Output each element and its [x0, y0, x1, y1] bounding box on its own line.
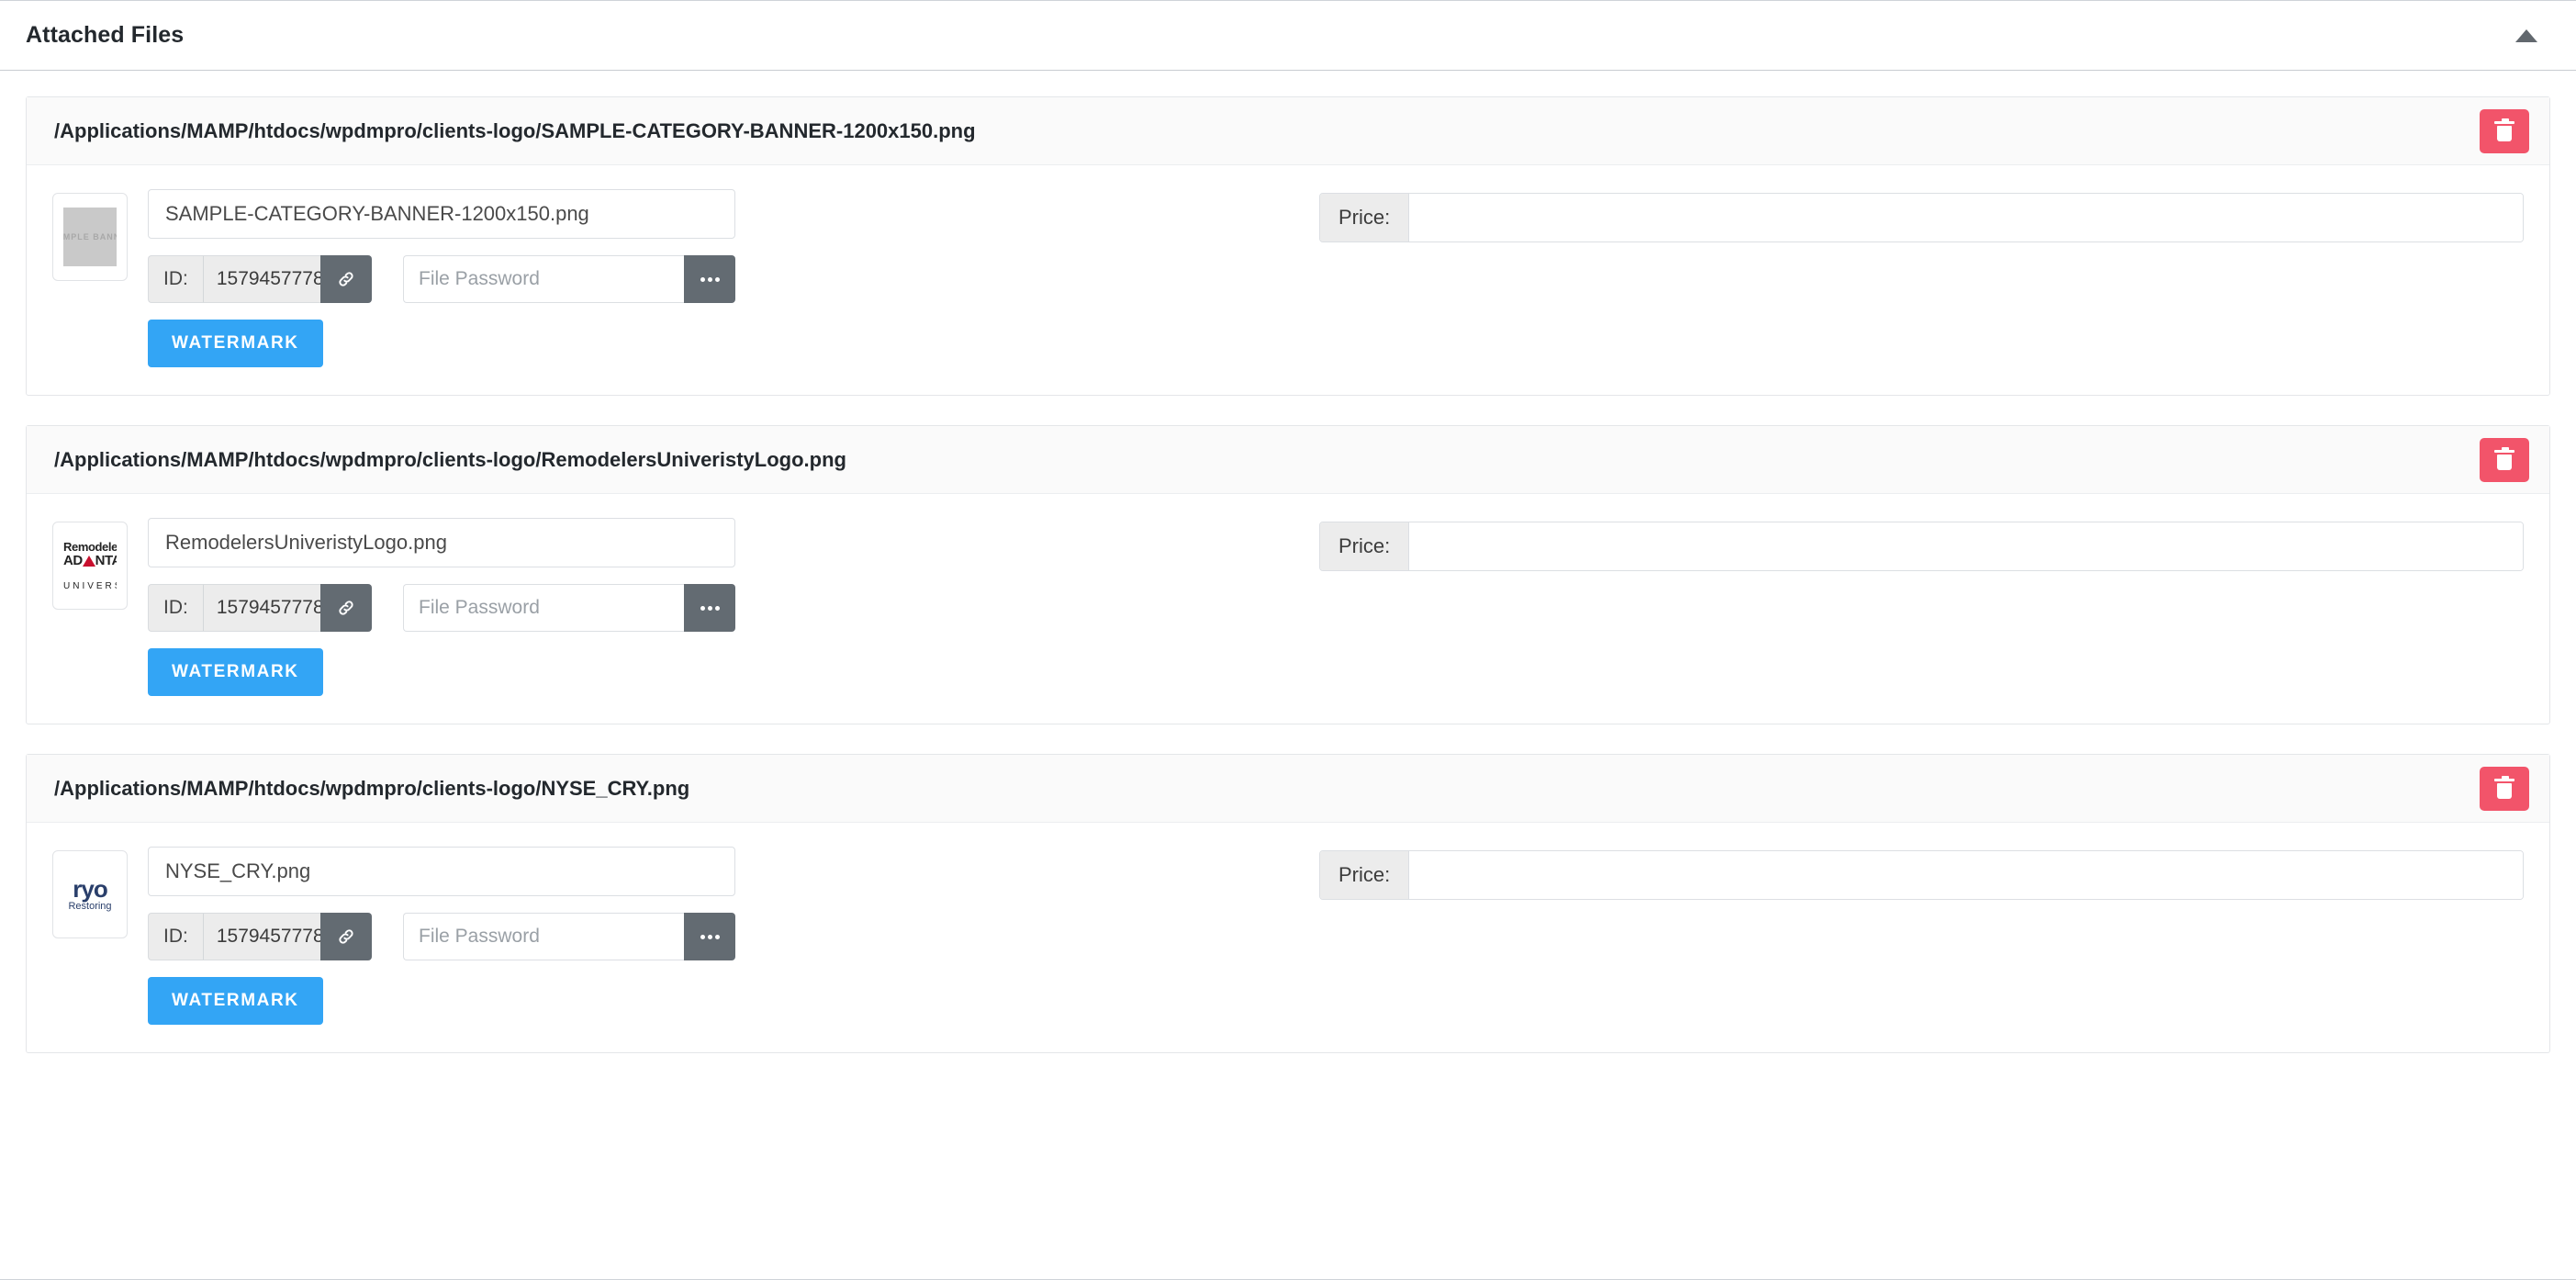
ellipsis-icon: [700, 934, 720, 939]
file-password-group: [403, 913, 735, 960]
file-price-column: Price:: [1319, 189, 2524, 242]
thumbnail-image: SAMPLE BANNER: [63, 208, 117, 266]
password-options-button[interactable]: [684, 584, 735, 632]
file-password-group: [403, 255, 735, 303]
filename-input[interactable]: [148, 847, 735, 896]
trash-icon: [2494, 446, 2514, 470]
file-id-label: ID:: [148, 584, 204, 632]
file-id-value: 157945777875: [203, 255, 320, 303]
attached-files-panel: Attached Files /Applications/MAMP/htdocs…: [0, 0, 2576, 1280]
panel-header: Attached Files: [0, 1, 2576, 71]
thumbnail-line-2: ADNTA: [63, 552, 117, 568]
file-fields: ID: 157945777875: [148, 189, 1319, 367]
file-card-body: SAMPLE BANNER ID: 157945777875: [27, 165, 2549, 395]
thumbnail-image: ryo Restoring: [63, 877, 117, 912]
delete-file-button[interactable]: [2480, 766, 2529, 811]
file-thumbnail: Remodelers ADNTA UNIVERSITY: [52, 522, 128, 610]
file-card-header: /Applications/MAMP/htdocs/wpdmpro/client…: [27, 426, 2549, 494]
delete-file-button[interactable]: [2480, 437, 2529, 482]
price-input[interactable]: [1409, 194, 2523, 241]
file-card-header: /Applications/MAMP/htdocs/wpdmpro/client…: [27, 97, 2549, 165]
price-group: Price:: [1319, 522, 2524, 571]
copy-link-button[interactable]: [320, 913, 372, 960]
triangle-up-icon: [2515, 28, 2537, 42]
attached-files-list: /Applications/MAMP/htdocs/wpdmpro/client…: [0, 71, 2576, 1279]
file-card: /Applications/MAMP/htdocs/wpdmpro/client…: [26, 96, 2550, 396]
ellipsis-icon: [700, 276, 720, 282]
price-label: Price:: [1320, 522, 1410, 570]
watermark-button[interactable]: WATERMARK: [148, 648, 323, 696]
file-id-label: ID:: [148, 913, 204, 960]
ellipsis-icon: [700, 605, 720, 611]
price-input[interactable]: [1409, 522, 2523, 570]
link-icon: [339, 601, 353, 615]
file-path: /Applications/MAMP/htdocs/wpdmpro/client…: [54, 447, 846, 471]
file-id-group: ID: 157945777875: [148, 255, 372, 303]
file-card: /Applications/MAMP/htdocs/wpdmpro/client…: [26, 754, 2550, 1053]
watermark-button[interactable]: WATERMARK: [148, 977, 323, 1025]
thumbnail-line-1: ryo: [73, 877, 107, 903]
file-password-input[interactable]: [403, 584, 684, 632]
password-options-button[interactable]: [684, 913, 735, 960]
price-label: Price:: [1320, 851, 1410, 899]
watermark-button[interactable]: WATERMARK: [148, 320, 323, 367]
price-input[interactable]: [1409, 851, 2523, 899]
copy-link-button[interactable]: [320, 584, 372, 632]
file-password-input[interactable]: [403, 913, 684, 960]
filename-input[interactable]: [148, 518, 735, 567]
file-card-header: /Applications/MAMP/htdocs/wpdmpro/client…: [27, 755, 2549, 823]
password-options-button[interactable]: [684, 255, 735, 303]
file-details-column: Remodelers ADNTA UNIVERSITY: [52, 518, 1319, 696]
link-icon: [339, 929, 353, 944]
copy-link-button[interactable]: [320, 255, 372, 303]
collapse-panel-button[interactable]: [2508, 17, 2545, 54]
file-thumbnail: ryo Restoring: [52, 850, 128, 938]
filename-input[interactable]: [148, 189, 735, 239]
thumbnail-line-2: Restoring: [68, 901, 112, 912]
file-password-group: [403, 584, 735, 632]
price-label: Price:: [1320, 194, 1410, 241]
file-id-value: 157945777875: [203, 584, 320, 632]
file-id-value: 157945777874: [203, 913, 320, 960]
file-card-body: ryo Restoring ID: 157945777874: [27, 823, 2549, 1052]
delete-file-button[interactable]: [2480, 108, 2529, 153]
red-triangle-icon: [82, 555, 95, 567]
file-price-column: Price:: [1319, 518, 2524, 571]
file-path: /Applications/MAMP/htdocs/wpdmpro/client…: [54, 776, 690, 800]
price-group: Price:: [1319, 193, 2524, 242]
page-title: Attached Files: [26, 22, 185, 48]
thumbnail-line-3: UNIVERSITY: [63, 580, 117, 591]
file-card-body: Remodelers ADNTA UNIVERSITY: [27, 494, 2549, 724]
file-fields: ID: 157945777874: [148, 847, 1319, 1025]
thumbnail-line-1: Remodelers: [63, 540, 117, 554]
file-path: /Applications/MAMP/htdocs/wpdmpro/client…: [54, 118, 976, 142]
file-password-input[interactable]: [403, 255, 684, 303]
link-icon: [339, 272, 353, 286]
thumbnail-image: Remodelers ADNTA UNIVERSITY: [63, 541, 117, 591]
file-id-group: ID: 157945777875: [148, 584, 372, 632]
price-group: Price:: [1319, 850, 2524, 900]
file-id-label: ID:: [148, 255, 204, 303]
file-card: /Applications/MAMP/htdocs/wpdmpro/client…: [26, 425, 2550, 724]
file-details-column: ryo Restoring ID: 157945777874: [52, 847, 1319, 1025]
file-thumbnail: SAMPLE BANNER: [52, 193, 128, 281]
trash-icon: [2494, 118, 2514, 141]
thumbnail-caption: SAMPLE BANNER: [63, 232, 117, 241]
file-details-column: SAMPLE BANNER ID: 157945777875: [52, 189, 1319, 367]
file-id-group: ID: 157945777874: [148, 913, 372, 960]
file-fields: ID: 157945777875: [148, 518, 1319, 696]
file-price-column: Price:: [1319, 847, 2524, 900]
trash-icon: [2494, 775, 2514, 799]
